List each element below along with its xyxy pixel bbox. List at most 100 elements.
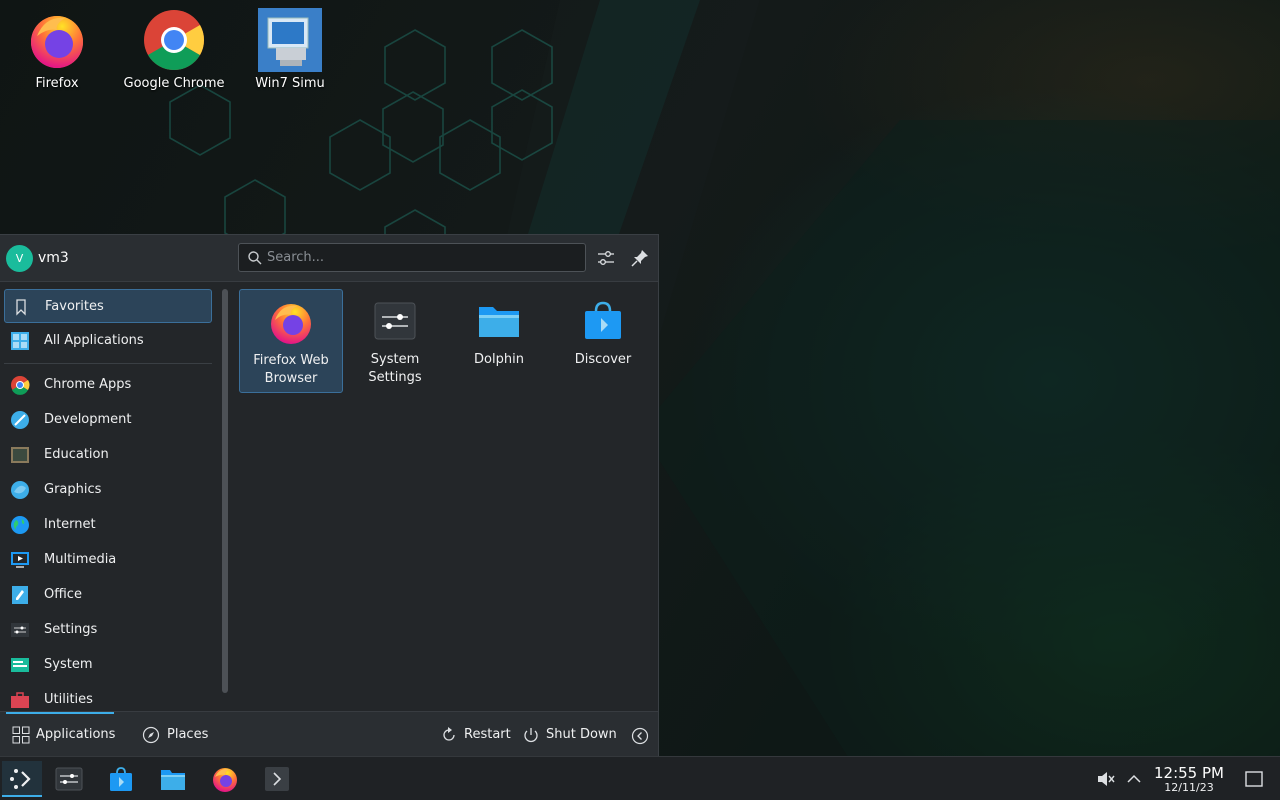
show-desktop-icon[interactable] xyxy=(1244,769,1264,789)
sidebar-item-development[interactable]: Development xyxy=(4,403,212,437)
discover-icon xyxy=(110,767,132,791)
favorite-label: Firefox Web Browser xyxy=(253,353,329,386)
sidebar-item-label: Internet xyxy=(44,517,96,532)
show-hidden-icons-icon[interactable] xyxy=(1124,769,1144,789)
bookmark-icon xyxy=(16,299,26,316)
compass-icon xyxy=(142,726,160,744)
launcher-header: V vm3 xyxy=(0,235,658,282)
utilities-icon xyxy=(11,692,29,708)
search-input[interactable] xyxy=(267,247,577,268)
sidebar-item-label: Chrome Apps xyxy=(44,377,132,392)
sidebar-item-multimedia[interactable]: Multimedia xyxy=(4,543,212,577)
applications-grid-icon xyxy=(12,726,30,744)
launcher-footer: Applications Places Restart Shut Down xyxy=(0,711,658,757)
sidebar-item-office[interactable]: Office xyxy=(4,578,212,612)
system-settings-icon xyxy=(374,302,416,340)
firefox-icon xyxy=(213,768,237,792)
dolphin-icon xyxy=(161,770,185,790)
desktop-icon-firefox[interactable]: Firefox xyxy=(2,0,112,91)
grid-icon xyxy=(11,332,29,350)
tab-applications-label: Applications xyxy=(36,727,116,742)
favorite-label: System Settings xyxy=(368,352,422,385)
sidebar-item-label: Multimedia xyxy=(44,552,117,567)
sidebar-item-education[interactable]: Education xyxy=(4,438,212,472)
shutdown-button[interactable]: Shut Down xyxy=(522,724,617,746)
firefox-icon xyxy=(271,304,311,344)
task-system-settings[interactable] xyxy=(49,761,89,797)
task-expand[interactable] xyxy=(257,761,297,797)
sidebar-item-favorites[interactable]: Favorites xyxy=(4,289,212,323)
sidebar-item-chrome-apps[interactable]: Chrome Apps xyxy=(4,368,212,402)
sidebar-item-label: Utilities xyxy=(44,692,93,707)
username: vm3 xyxy=(38,250,69,266)
restart-button[interactable]: Restart xyxy=(440,724,511,746)
favorite-discover[interactable]: Discover xyxy=(551,289,655,393)
development-icon xyxy=(11,411,29,429)
configure-icon[interactable] xyxy=(595,247,617,269)
sidebar-item-label: Education xyxy=(44,447,109,462)
multimedia-icon xyxy=(11,552,29,568)
application-launcher-button[interactable] xyxy=(2,761,42,797)
system-icon xyxy=(11,658,29,672)
sidebar-item-label: Graphics xyxy=(44,482,102,497)
active-tab-indicator xyxy=(6,712,114,714)
chrome-icon xyxy=(144,10,205,71)
favorite-system-settings[interactable]: System Settings xyxy=(343,289,447,393)
desktop-icon-label: Win7 Simu xyxy=(255,76,325,91)
category-sidebar: Favorites All Applications Chrome Apps D… xyxy=(0,283,216,709)
avatar[interactable]: V xyxy=(6,245,33,272)
tab-places-label: Places xyxy=(167,727,209,742)
sidebar-item-internet[interactable]: Internet xyxy=(4,508,212,542)
office-icon xyxy=(12,586,28,604)
sidebar-item-label: Settings xyxy=(44,622,98,637)
sidebar-item-system[interactable]: System xyxy=(4,648,212,682)
sidebar-item-label: Office xyxy=(44,587,82,602)
search-field[interactable] xyxy=(238,243,586,272)
sidebar-item-graphics[interactable]: Graphics xyxy=(4,473,212,507)
desktop-icon-label: Firefox xyxy=(35,76,79,91)
taskbar: 12:55 PM 12/11/23 xyxy=(0,756,1280,800)
sidebar-item-all-applications[interactable]: All Applications xyxy=(4,324,212,358)
tab-places[interactable]: Places xyxy=(142,724,212,746)
firefox-icon xyxy=(31,16,83,68)
pin-icon[interactable] xyxy=(629,247,651,269)
system-settings-icon xyxy=(55,767,83,791)
task-discover[interactable] xyxy=(101,761,141,797)
desktop-icon-win7-simu[interactable]: Win7 Simu xyxy=(235,0,345,91)
internet-icon xyxy=(11,516,29,534)
power-icon xyxy=(524,728,538,743)
settings-icon xyxy=(11,623,29,637)
chrome-icon xyxy=(11,376,30,395)
restart-icon xyxy=(443,727,455,741)
leave-options-icon[interactable] xyxy=(631,727,649,745)
task-firefox[interactable] xyxy=(205,761,245,797)
desktop-icon-google-chrome[interactable]: Google Chrome xyxy=(119,0,229,91)
sidebar-item-settings[interactable]: Settings xyxy=(4,613,212,647)
scrollbar-thumb[interactable] xyxy=(222,289,228,693)
expand-icon xyxy=(265,767,289,791)
desktop-icon-label: Google Chrome xyxy=(123,76,225,91)
restart-label: Restart xyxy=(464,727,511,742)
sidebar-item-utilities[interactable]: Utilities xyxy=(4,683,212,709)
sidebar-scrollbar[interactable] xyxy=(221,289,229,693)
clock-date[interactable]: 12/11/23 xyxy=(1150,781,1228,794)
application-launcher-icon xyxy=(10,769,31,789)
clock-time[interactable]: 12:55 PM xyxy=(1150,764,1228,782)
tab-applications[interactable]: Applications xyxy=(12,724,116,746)
search-icon xyxy=(248,251,262,265)
favorites-grid: Firefox Web Browser System Settings Dolp… xyxy=(236,287,656,707)
volume-muted-icon[interactable] xyxy=(1096,769,1116,789)
favorite-firefox-web-browser[interactable]: Firefox Web Browser xyxy=(239,289,343,393)
application-launcher: V vm3 Favorites xyxy=(0,234,659,757)
sidebar-item-label: All Applications xyxy=(44,333,144,348)
education-icon xyxy=(11,447,29,463)
shutdown-label: Shut Down xyxy=(546,727,617,742)
win7-simu-icon xyxy=(258,8,322,72)
sidebar-item-label: System xyxy=(44,657,93,672)
sidebar-item-label: Development xyxy=(44,412,132,427)
folder-icon xyxy=(479,307,519,337)
task-dolphin[interactable] xyxy=(153,761,193,797)
discover-icon xyxy=(585,301,621,339)
graphics-icon xyxy=(11,481,29,499)
favorite-dolphin[interactable]: Dolphin xyxy=(447,289,551,393)
